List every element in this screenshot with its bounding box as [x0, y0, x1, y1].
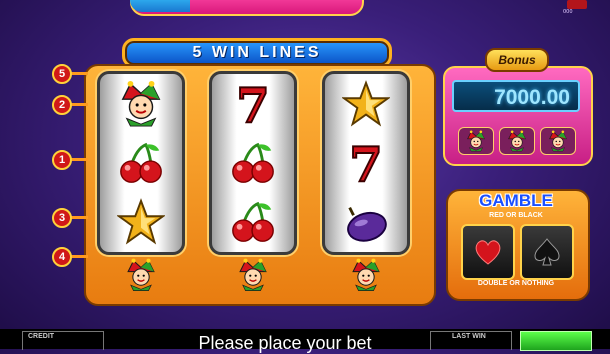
reel-1-symbol-1	[100, 74, 182, 133]
reel-3-symbol-3	[325, 192, 407, 251]
bonus-jester-3	[540, 127, 576, 155]
seven-icon: 7	[235, 80, 270, 128]
gamble-red-button[interactable]	[461, 224, 515, 280]
credit-label: CREDIT	[28, 333, 55, 340]
payline-marker-1[interactable]: 1	[52, 150, 72, 170]
reel-1-symbol-2	[100, 133, 182, 192]
bonus-jester-row	[458, 127, 576, 155]
cherries-icon	[232, 201, 274, 242]
reel-3-symbol-2: 7	[325, 133, 407, 192]
reel-3-bottom-symbol	[325, 256, 407, 294]
bonus-jester-2	[499, 127, 535, 155]
gamble-title: GAMBLE	[479, 191, 553, 210]
reel-1-bottom-symbol	[100, 256, 182, 294]
jester-icon	[467, 130, 485, 152]
heart-icon	[475, 240, 501, 265]
reel-2: 7	[209, 71, 297, 255]
gamble-subtitle: RED OR BLACK	[489, 212, 543, 219]
payline-marker-3[interactable]: 3	[52, 208, 72, 228]
reel-2-symbol-2	[212, 133, 294, 192]
reel-1	[97, 71, 185, 255]
reel-2-symbol-1: 7	[212, 74, 294, 133]
status-message: Please place your bet	[198, 333, 372, 353]
jester-icon	[352, 258, 380, 291]
reel-2-bottom-symbol	[212, 256, 294, 294]
reel-1-symbol-3	[100, 192, 182, 251]
spin-button[interactable]	[520, 331, 592, 351]
jester-icon	[508, 130, 526, 152]
bonus-jester-1	[458, 127, 494, 155]
game-logo	[130, 0, 364, 16]
cherries-icon	[120, 142, 162, 183]
gamble-black-button[interactable]	[520, 224, 574, 280]
payline-marker-4[interactable]: 4	[52, 247, 72, 267]
jester-icon	[127, 258, 155, 291]
seven-glyph: 7	[349, 139, 382, 187]
seven-glyph: 7	[236, 80, 269, 128]
cherries-icon	[232, 142, 274, 183]
spade-icon	[534, 238, 560, 266]
reel-2-symbol-3	[212, 192, 294, 251]
payline-marker-5[interactable]: 5	[52, 64, 72, 84]
jester-icon	[239, 258, 267, 291]
bonus-label: Bonus	[485, 48, 549, 72]
payline-marker-2[interactable]: 2	[52, 95, 72, 115]
seven-icon: 7	[348, 139, 383, 187]
bonus-amount: 7000.00	[452, 80, 580, 112]
star-icon	[342, 79, 390, 127]
plum-icon	[347, 206, 387, 242]
star-icon	[117, 197, 165, 245]
reel-3: 7	[322, 71, 410, 255]
last-win-label: LAST WIN	[452, 333, 486, 340]
reel-3-symbol-1	[325, 74, 407, 133]
provider-logo: 000	[563, 0, 593, 15]
gamble-footer: DOUBLE OR NOTHING	[477, 280, 555, 287]
jester-icon	[121, 80, 161, 127]
jester-icon	[549, 130, 567, 152]
